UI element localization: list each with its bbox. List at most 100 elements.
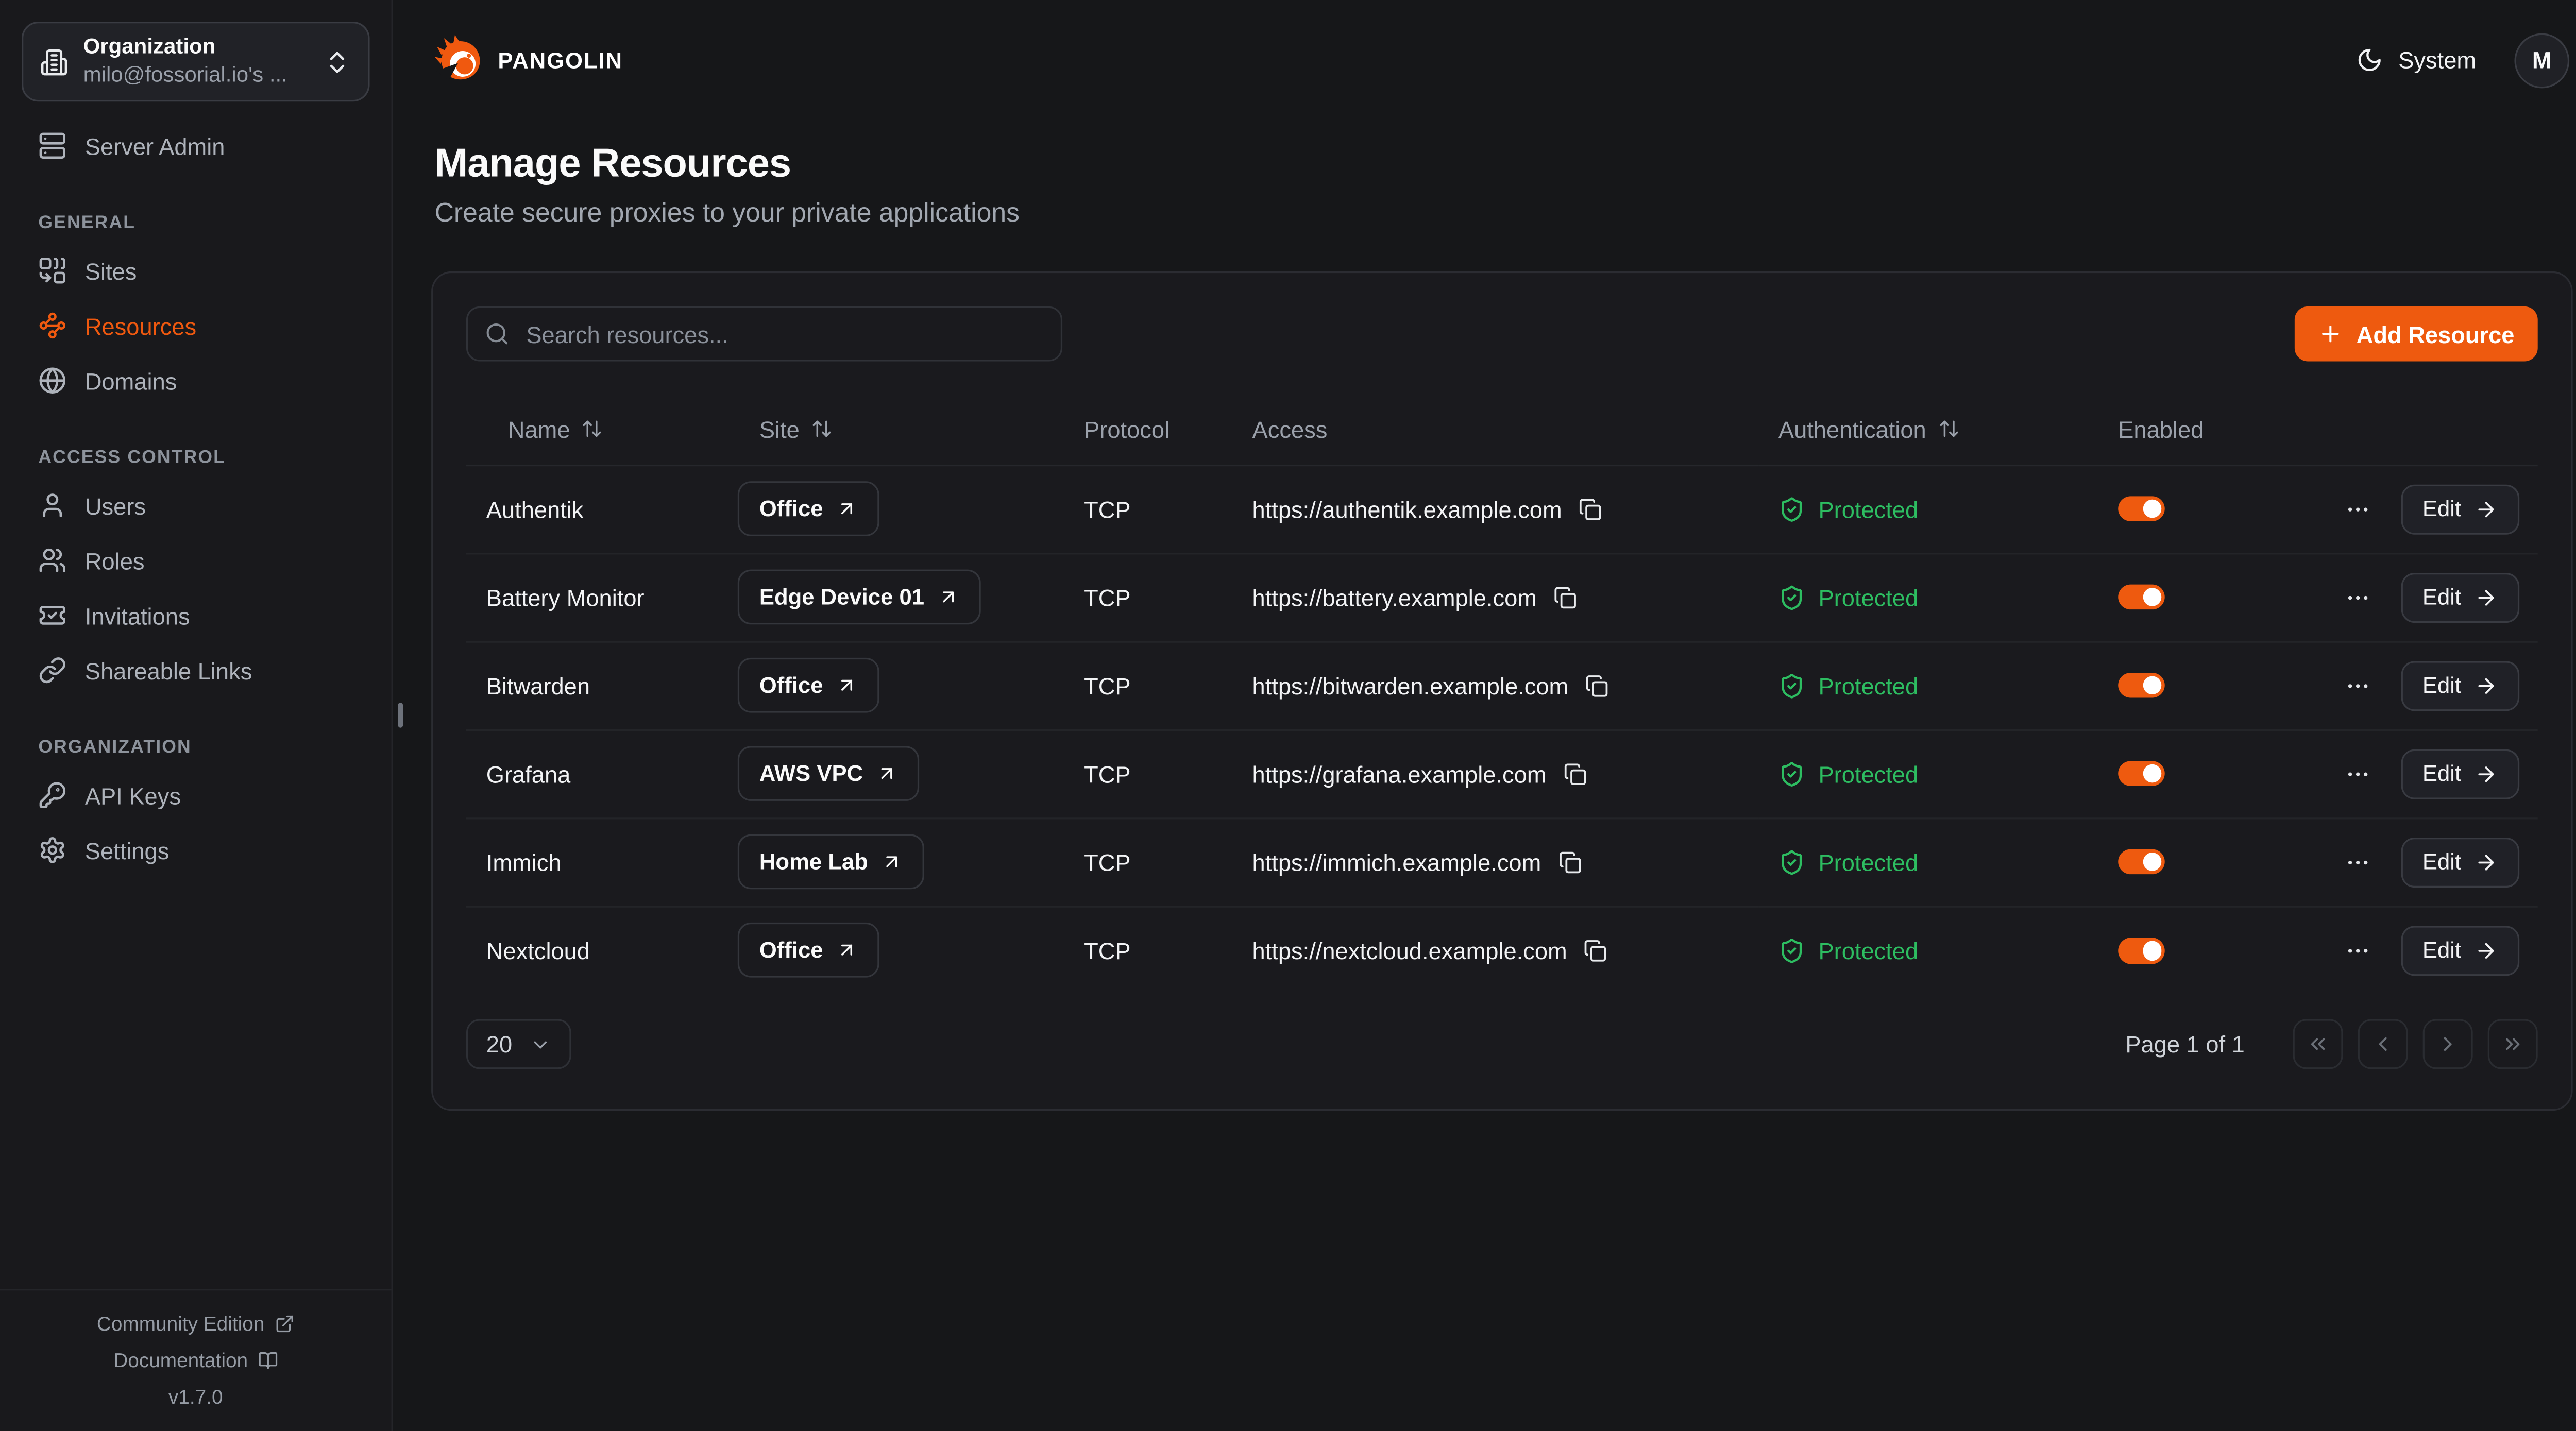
- arrow-right-icon: [2475, 850, 2498, 873]
- sidebar-item-label: Domains: [85, 367, 177, 394]
- community-edition-link[interactable]: Community Edition: [97, 1311, 295, 1335]
- search-input[interactable]: [523, 319, 1044, 349]
- site-link-button[interactable]: Office: [738, 923, 880, 978]
- enabled-toggle[interactable]: [2118, 849, 2164, 875]
- ellipsis-icon: [2344, 937, 2371, 964]
- column-header-label: Authentication: [1778, 416, 1926, 442]
- version-label: v1.7.0: [168, 1385, 223, 1408]
- ellipsis-icon: [2344, 848, 2371, 875]
- copy-url-button[interactable]: [1584, 939, 1607, 962]
- row-menu-button[interactable]: [2341, 669, 2374, 702]
- row-menu-button[interactable]: [2341, 934, 2374, 967]
- row-menu-button[interactable]: [2341, 845, 2374, 879]
- copy-url-button[interactable]: [1563, 762, 1586, 785]
- column-header[interactable]: Name: [466, 395, 718, 465]
- avatar[interactable]: M: [2514, 32, 2569, 88]
- sidebar-item-server-admin[interactable]: Server Admin: [22, 118, 370, 174]
- protocol-value: TCP: [1064, 553, 1232, 641]
- pagination: 20 Page 1 of 1: [466, 1019, 2538, 1069]
- site-link-button[interactable]: Edge Device 01: [738, 570, 981, 625]
- sidebar-item-resources[interactable]: Resources: [22, 298, 370, 353]
- protocol-value: TCP: [1064, 817, 1232, 906]
- sidebar-item-settings[interactable]: Settings: [22, 823, 370, 878]
- access-url: https://battery.example.com: [1252, 584, 1537, 610]
- pangolin-logo[interactable]: PANGOLIN: [435, 35, 623, 85]
- enabled-toggle[interactable]: [2118, 496, 2164, 522]
- enabled-toggle[interactable]: [2118, 672, 2164, 698]
- edit-button[interactable]: Edit: [2401, 572, 2519, 622]
- shield-check-icon: [1778, 848, 1805, 875]
- theme-toggle[interactable]: System: [2357, 47, 2476, 74]
- auth-status-label: Protected: [1818, 848, 1918, 875]
- first-page-button[interactable]: [2293, 1019, 2343, 1069]
- sidebar-item-shareable-links[interactable]: Shareable Links: [22, 643, 370, 698]
- auth-status-label: Protected: [1818, 937, 1918, 964]
- sidebar-item-invitations[interactable]: Invitations: [22, 588, 370, 643]
- app-window: Organization milo@fossorial.io's ... Ser…: [0, 0, 2576, 1431]
- ellipsis-icon: [2344, 672, 2371, 699]
- arrow-right-icon: [2475, 762, 2498, 785]
- enabled-toggle[interactable]: [2118, 761, 2164, 787]
- copy-url-button[interactable]: [1579, 497, 1602, 520]
- table-row: Immich Home Lab TCP https://immich.examp…: [466, 817, 2538, 906]
- row-menu-button[interactable]: [2341, 581, 2374, 614]
- row-menu-button[interactable]: [2341, 757, 2374, 790]
- chevron-down-icon: [529, 1033, 550, 1055]
- community-edition-label: Community Edition: [97, 1311, 265, 1335]
- sidebar-item-domains[interactable]: Domains: [22, 353, 370, 408]
- sort-icon[interactable]: [811, 418, 833, 440]
- sidebar-item-label: API Keys: [85, 782, 181, 809]
- page-size-value: 20: [486, 1031, 512, 1058]
- access-url: https://authentik.example.com: [1252, 496, 1562, 522]
- enabled-toggle[interactable]: [2118, 938, 2164, 963]
- sidebar-item-sites[interactable]: Sites: [22, 243, 370, 298]
- chevrons-left-icon: [2306, 1032, 2329, 1055]
- sidebar-resize-handle[interactable]: [398, 703, 403, 727]
- enabled-toggle[interactable]: [2118, 584, 2164, 610]
- documentation-label: Documentation: [113, 1348, 248, 1371]
- last-page-button[interactable]: [2488, 1019, 2538, 1069]
- add-resource-label: Add Resource: [2357, 320, 2515, 347]
- site-link-button[interactable]: AWS VPC: [738, 746, 920, 801]
- documentation-link[interactable]: Documentation: [113, 1348, 278, 1371]
- edit-button[interactable]: Edit: [2401, 484, 2519, 534]
- next-page-button[interactable]: [2423, 1019, 2473, 1069]
- row-menu-button[interactable]: [2341, 492, 2374, 525]
- page-size-select[interactable]: 20: [466, 1019, 570, 1069]
- site-link-button[interactable]: Office: [738, 481, 880, 536]
- sidebar-item-roles[interactable]: Roles: [22, 533, 370, 588]
- column-header[interactable]: Protocol: [1064, 395, 1232, 465]
- auth-status-label: Protected: [1818, 760, 1918, 787]
- sort-icon[interactable]: [1938, 418, 1959, 440]
- org-selector[interactable]: Organization milo@fossorial.io's ...: [22, 22, 370, 101]
- copy-url-button[interactable]: [1558, 850, 1581, 873]
- copy-url-button[interactable]: [1585, 674, 1608, 697]
- arrow-up-right-icon: [876, 763, 898, 785]
- previous-page-button[interactable]: [2358, 1019, 2408, 1069]
- brand-name: PANGOLIN: [498, 47, 623, 72]
- sort-icon[interactable]: [582, 418, 603, 440]
- resource-name: Nextcloud: [466, 906, 718, 994]
- column-header[interactable]: Enabled: [2098, 395, 2318, 465]
- column-header[interactable]: Site: [718, 395, 1064, 465]
- sidebar-item-api-keys[interactable]: API Keys: [22, 768, 370, 823]
- ellipsis-icon: [2344, 496, 2371, 522]
- server-icon: [38, 131, 66, 160]
- copy-icon: [1584, 939, 1607, 962]
- edit-button[interactable]: Edit: [2401, 837, 2519, 887]
- column-header[interactable]: Access: [1232, 395, 1758, 465]
- sidebar-item-users[interactable]: Users: [22, 478, 370, 533]
- copy-url-button[interactable]: [1553, 585, 1577, 608]
- column-header[interactable]: Authentication: [1758, 395, 2098, 465]
- add-resource-button[interactable]: Add Resource: [2295, 306, 2538, 362]
- ellipsis-icon: [2344, 584, 2371, 610]
- resource-name: Battery Monitor: [466, 553, 718, 641]
- edit-button[interactable]: Edit: [2401, 926, 2519, 976]
- copy-icon: [1558, 850, 1581, 873]
- protocol-value: TCP: [1064, 465, 1232, 553]
- site-link-button[interactable]: Home Lab: [738, 834, 925, 890]
- page-head: Manage Resources Create secure proxies t…: [393, 120, 2576, 230]
- site-link-button[interactable]: Office: [738, 658, 880, 713]
- edit-button[interactable]: Edit: [2401, 748, 2519, 798]
- edit-button[interactable]: Edit: [2401, 660, 2519, 710]
